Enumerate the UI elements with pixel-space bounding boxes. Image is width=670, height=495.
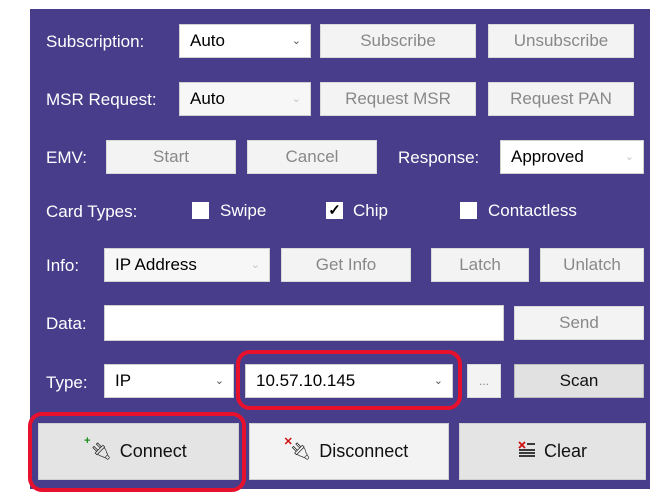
data-label: Data: <box>46 314 87 333</box>
plug-remove-icon: ✕ 🔌︎ <box>283 435 312 461</box>
browse-button[interactable]: ... <box>467 364 501 398</box>
emv-cancel-button[interactable]: Cancel <box>247 140 377 174</box>
plug-add-icon: + 🔌︎ <box>84 434 112 461</box>
card-types-label: Card Types: <box>46 202 138 221</box>
request-msr-button[interactable]: Request MSR <box>320 82 476 116</box>
msr-request-select[interactable]: Auto ⌄ <box>179 82 311 116</box>
contactless-label: Contactless <box>488 201 577 220</box>
scan-button[interactable]: Scan <box>514 364 644 398</box>
contactless-checkbox[interactable] <box>460 202 477 219</box>
emv-label: EMV: <box>46 148 87 167</box>
send-button[interactable]: Send <box>514 306 644 340</box>
connect-button[interactable]: + 🔌︎ Connect <box>38 423 239 480</box>
emv-start-button[interactable]: Start <box>106 140 236 174</box>
subscription-label: Subscription: <box>46 32 145 51</box>
address-value: 10.57.10.145 <box>256 371 356 390</box>
unlatch-button[interactable]: Unlatch <box>540 248 644 282</box>
disconnect-label: Disconnect <box>319 441 409 461</box>
chip-label: Chip <box>353 201 388 220</box>
unsubscribe-button[interactable]: Unsubscribe <box>488 24 634 58</box>
msr-request-value: Auto <box>190 89 225 108</box>
request-pan-button[interactable]: Request PAN <box>488 82 634 116</box>
chevron-down-icon: ⌄ <box>291 34 301 47</box>
response-label: Response: <box>398 148 480 167</box>
connect-label: Connect <box>119 441 187 461</box>
get-info-button[interactable]: Get Info <box>281 248 411 282</box>
address-select[interactable]: 10.57.10.145 ⌄ <box>245 364 453 398</box>
chevron-down-icon: ⌄ <box>624 150 634 163</box>
clear-list-icon <box>518 440 536 463</box>
info-select[interactable]: IP Address ⌄ <box>104 248 270 282</box>
data-input[interactable] <box>104 305 504 341</box>
subscribe-button[interactable]: Subscribe <box>320 24 476 58</box>
subscription-select[interactable]: Auto ⌄ <box>179 24 311 58</box>
clear-label: Clear <box>543 441 587 461</box>
latch-button[interactable]: Latch <box>431 248 529 282</box>
type-select[interactable]: IP ⌄ <box>104 364 234 398</box>
chip-checkbox[interactable]: ✓ <box>326 202 343 219</box>
chevron-down-icon: ⌄ <box>433 374 443 387</box>
swipe-label: Swipe <box>220 201 267 220</box>
disconnect-button[interactable]: ✕ 🔌︎ Disconnect <box>249 423 449 480</box>
info-value: IP Address <box>115 255 197 274</box>
chevron-down-icon: ⌄ <box>291 92 301 105</box>
type-value: IP <box>115 371 132 390</box>
chevron-down-icon: ⌄ <box>214 374 224 387</box>
info-label: Info: <box>46 256 80 275</box>
swipe-checkbox[interactable] <box>192 202 209 219</box>
chevron-down-icon: ⌄ <box>250 258 260 271</box>
clear-button[interactable]: Clear <box>459 423 646 480</box>
response-value: Approved <box>511 147 584 166</box>
type-label: Type: <box>46 373 88 392</box>
subscription-value: Auto <box>190 31 225 50</box>
response-select[interactable]: Approved ⌄ <box>500 140 644 174</box>
msr-request-label: MSR Request: <box>46 90 157 109</box>
